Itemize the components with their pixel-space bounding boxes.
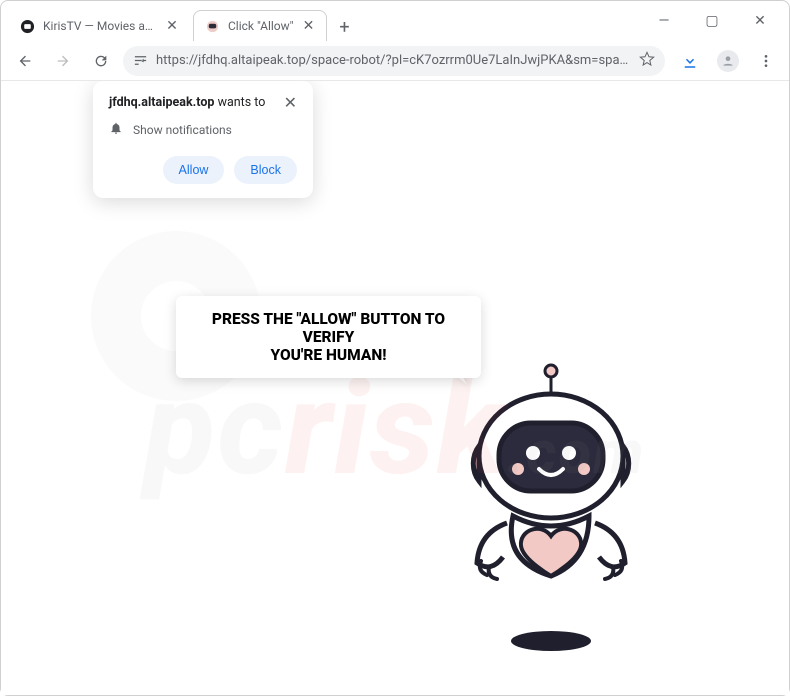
tab-title: Click "Allow" — [228, 19, 294, 33]
titlebar: KirisTV — Movies and Series D ✕ Click "A… — [1, 1, 789, 41]
block-button[interactable]: Block — [234, 156, 297, 184]
address-bar[interactable]: https://jfdhq.altaipeak.top/space-robot/… — [123, 46, 665, 76]
tabs-row: KirisTV — Movies and Series D ✕ Click "A… — [9, 1, 649, 41]
reload-icon — [93, 53, 109, 69]
speech-line-1: PRESS THE "ALLOW" BUTTON TO VERIFY — [190, 310, 467, 346]
close-window-button[interactable]: ✕ — [745, 6, 775, 36]
tab-kiristv[interactable]: KirisTV — Movies and Series D ✕ — [9, 11, 189, 41]
browser-window: KirisTV — Movies and Series D ✕ Click "A… — [0, 0, 790, 696]
tv-icon — [19, 18, 35, 34]
tab-title: KirisTV — Movies and Series D — [43, 19, 157, 33]
tab-click-allow[interactable]: Click "Allow" ✕ — [193, 10, 327, 41]
url-text: https://jfdhq.altaipeak.top/space-robot/… — [156, 53, 631, 68]
forward-button[interactable] — [47, 45, 79, 77]
tune-icon — [133, 53, 148, 68]
permission-domain: jfdhq.altaipeak.top — [109, 95, 214, 110]
permission-title: jfdhq.altaipeak.top wants to — [109, 95, 265, 110]
arrow-left-icon — [17, 53, 33, 69]
speech-bubble: PRESS THE "ALLOW" BUTTON TO VERIFY YOU'R… — [176, 296, 481, 378]
toolbar-right — [671, 46, 781, 76]
reload-button[interactable] — [85, 45, 117, 77]
profile-button[interactable] — [713, 46, 743, 76]
maximize-icon: ▢ — [705, 13, 718, 29]
permission-close-button[interactable]: ✕ — [284, 95, 297, 111]
permission-line-label: Show notifications — [133, 123, 232, 137]
bell-icon — [109, 121, 123, 138]
permission-wants-to: wants to — [218, 95, 266, 110]
arrow-right-icon — [55, 53, 71, 69]
notification-permission-dialog: jfdhq.altaipeak.top wants to ✕ Show noti… — [93, 81, 313, 198]
allow-button[interactable]: Allow — [163, 156, 225, 184]
toolbar: https://jfdhq.altaipeak.top/space-robot/… — [1, 41, 789, 81]
close-icon: ✕ — [754, 13, 766, 29]
profile-avatar-icon — [717, 50, 739, 72]
download-icon — [681, 52, 699, 70]
star-icon[interactable] — [639, 51, 655, 71]
window-controls: — ▢ ✕ — [649, 6, 781, 36]
back-button[interactable] — [9, 45, 41, 77]
page-content: pcrisk.com jfdhq.altaipeak.top wants to … — [1, 81, 789, 695]
maximize-button[interactable]: ▢ — [697, 6, 727, 36]
close-icon[interactable]: ✕ — [302, 19, 316, 33]
downloads-button[interactable] — [675, 46, 705, 76]
kebab-icon — [758, 53, 774, 69]
robot-icon — [204, 18, 220, 34]
minimize-button[interactable]: — — [649, 6, 679, 36]
menu-button[interactable] — [751, 46, 781, 76]
close-icon[interactable]: ✕ — [165, 19, 179, 33]
minimize-icon: — — [659, 13, 670, 29]
new-tab-button[interactable]: + — [331, 13, 359, 41]
robot-illustration — [421, 361, 681, 661]
site-info-button[interactable] — [133, 53, 148, 68]
speech-line-2: YOU'RE HUMAN! — [190, 346, 467, 364]
